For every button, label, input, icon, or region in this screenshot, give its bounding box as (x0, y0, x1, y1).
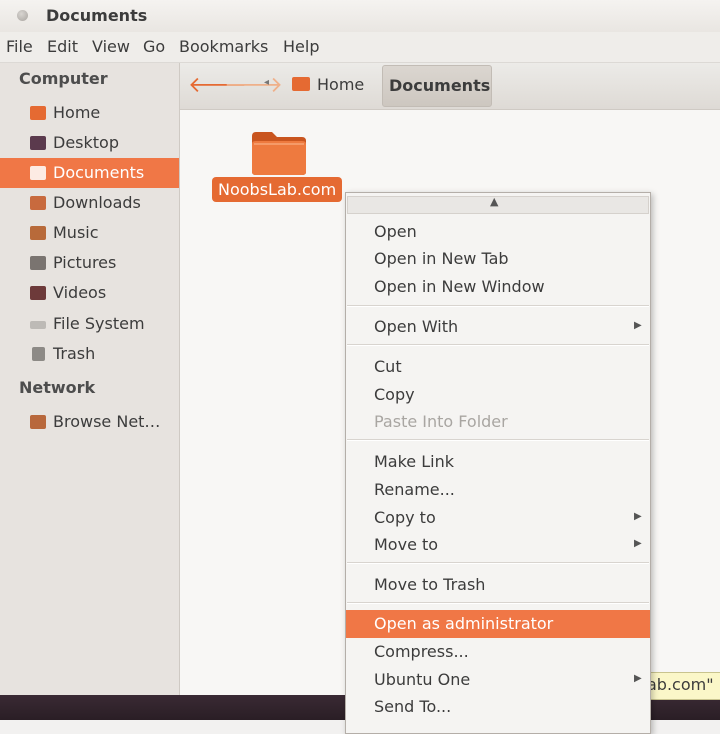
sidebar-item-label: Trash (53, 344, 96, 363)
submenu-arrow-icon: ▶ (634, 511, 642, 522)
sidebar: Computer Home Desktop Documents Download… (0, 63, 180, 695)
menu-separator (347, 344, 649, 346)
sidebar-item-videos[interactable]: Videos (0, 278, 179, 308)
folder-icon[interactable] (250, 130, 308, 176)
window-close-icon[interactable] (17, 10, 28, 21)
home-folder-icon (30, 106, 46, 120)
menu-item-open-with[interactable]: Open With ▶ (346, 313, 650, 341)
videos-icon (30, 286, 46, 300)
menu-item-copy-to[interactable]: Copy to ▶ (346, 504, 650, 532)
breadcrumb-documents[interactable]: Documents (382, 65, 492, 107)
documents-icon (30, 166, 46, 180)
breadcrumb-home[interactable]: Home (292, 75, 364, 94)
window-title: Documents (46, 6, 148, 25)
sidebar-item-label: Videos (53, 283, 107, 302)
menu-item-label: Rename... (374, 480, 455, 499)
sidebar-item-label: Desktop (53, 133, 119, 152)
menu-item-open-as-administrator[interactable]: Open as administrator (346, 610, 650, 638)
menu-bookmarks[interactable]: Bookmarks (179, 37, 268, 56)
sidebar-item-label: Browse Net… (53, 412, 161, 431)
sidebar-item-label: Documents (53, 163, 145, 182)
menu-item-label: Move to (374, 535, 439, 554)
menu-item-label: Send To... (374, 697, 452, 716)
menu-item-compress[interactable]: Compress... (346, 638, 650, 666)
sidebar-item-music[interactable]: Music (0, 218, 179, 248)
trash-icon (32, 347, 45, 361)
menu-item-label: Make Link (374, 452, 454, 471)
sidebar-item-label: Home (53, 103, 101, 122)
menu-bar: File Edit View Go Bookmarks Help (0, 32, 720, 63)
menu-separator (347, 305, 649, 307)
music-icon (30, 226, 46, 240)
menu-item-open[interactable]: Open (346, 218, 650, 246)
menu-item-move-to[interactable]: Move to ▶ (346, 531, 650, 559)
menu-file[interactable]: File (6, 37, 33, 56)
submenu-arrow-icon: ▶ (634, 538, 642, 549)
sidebar-heading-computer: Computer (19, 69, 108, 88)
menu-scroll-up[interactable]: ▲ (347, 195, 649, 214)
menu-help[interactable]: Help (283, 37, 319, 56)
tooltip-text: ab.com" (647, 675, 714, 694)
menu-separator (347, 562, 649, 564)
forward-arrow-icon[interactable]: 🡒 (224, 72, 283, 98)
sidebar-item-label: File System (53, 314, 145, 333)
home-folder-icon (292, 77, 310, 91)
pictures-icon (30, 256, 46, 270)
sidebar-item-file-system[interactable]: File System (0, 309, 179, 339)
sidebar-item-label: Pictures (53, 253, 117, 272)
menu-item-label: Compress... (374, 642, 469, 661)
sidebar-item-downloads[interactable]: Downloads (0, 188, 179, 218)
sidebar-item-documents[interactable]: Documents (0, 158, 179, 188)
folder-name-label[interactable]: NoobsLab.com (212, 177, 343, 202)
scroll-up-arrow-icon: ▲ (490, 195, 499, 208)
menu-item-label: Open in New Window (374, 277, 545, 296)
menu-item-label: Copy (374, 385, 415, 404)
menu-item-label: Cut (374, 357, 402, 376)
sidebar-item-home[interactable]: Home (0, 98, 179, 128)
sidebar-item-trash[interactable]: Trash (0, 339, 179, 369)
menu-edit[interactable]: Edit (47, 37, 78, 56)
menu-view[interactable]: View (92, 37, 130, 56)
menu-item-make-link[interactable]: Make Link (346, 448, 650, 476)
menu-item-label: Open in New Tab (374, 249, 509, 268)
title-bar: Documents (0, 0, 720, 32)
submenu-arrow-icon: ▶ (634, 320, 642, 331)
sidebar-heading-network: Network (19, 378, 96, 397)
menu-item-move-to-trash[interactable]: Move to Trash (346, 571, 650, 599)
desktop-icon (30, 136, 46, 150)
menu-item-label: Open as administrator (374, 614, 554, 633)
sidebar-item-label: Downloads (53, 193, 141, 212)
menu-item-open-new-tab[interactable]: Open in New Tab (346, 245, 650, 273)
breadcrumb-home-label: Home (317, 75, 365, 94)
menu-item-rename[interactable]: Rename... (346, 476, 650, 504)
menu-item-open-new-window[interactable]: Open in New Window (346, 273, 650, 301)
menu-item-copy[interactable]: Copy (346, 381, 650, 409)
menu-item-label: Move to Trash (374, 575, 486, 594)
menu-separator (347, 439, 649, 441)
file-system-icon (30, 321, 46, 329)
downloads-icon (30, 196, 46, 210)
breadcrumb-scroll-left-icon[interactable]: ◂ (264, 77, 269, 88)
sidebar-item-desktop[interactable]: Desktop (0, 128, 179, 158)
sidebar-item-pictures[interactable]: Pictures (0, 248, 179, 278)
menu-item-send-to[interactable]: Send To... (346, 693, 650, 721)
context-menu: ▲ Open Open in New Tab Open in New Windo… (345, 192, 651, 734)
submenu-arrow-icon: ▶ (634, 673, 642, 684)
menu-item-paste-into-folder: Paste Into Folder (346, 408, 650, 436)
menu-item-label: Open (374, 222, 417, 241)
toolbar: 🡐 🡒 ◂ Home Documents (180, 63, 720, 110)
menu-item-ubuntu-one[interactable]: Ubuntu One ▶ (346, 666, 650, 694)
menu-item-label: Open With (374, 317, 459, 336)
breadcrumb-documents-label: Documents (389, 76, 491, 95)
menu-item-label: Ubuntu One (374, 670, 471, 689)
sidebar-item-label: Music (53, 223, 99, 242)
menu-item-label: Paste Into Folder (374, 412, 508, 431)
menu-separator (347, 602, 649, 604)
sidebar-item-browse-network[interactable]: Browse Net… (0, 407, 179, 437)
network-icon (30, 415, 46, 429)
menu-item-cut[interactable]: Cut (346, 353, 650, 381)
menu-item-label: Copy to (374, 508, 436, 527)
menu-go[interactable]: Go (143, 37, 165, 56)
